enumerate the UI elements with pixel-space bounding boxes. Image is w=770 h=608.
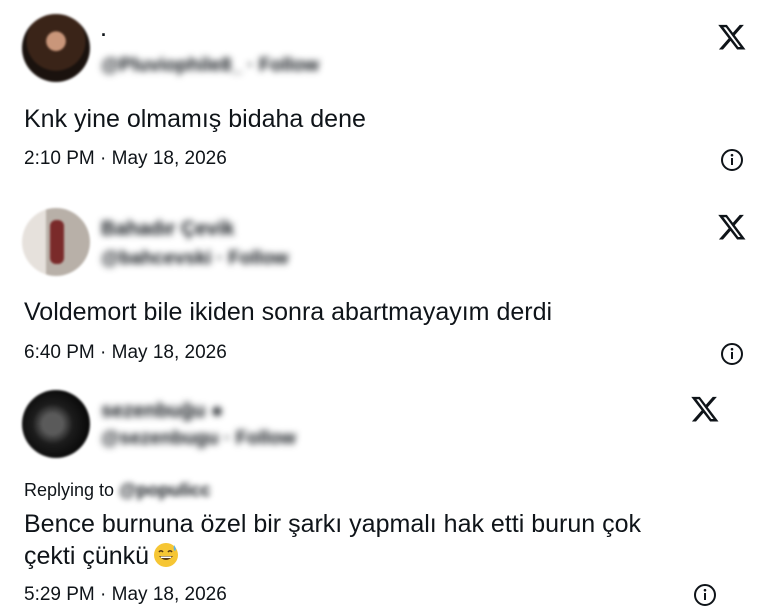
replying-label: Replying to: [24, 480, 115, 500]
tweet-timestamp[interactable]: 6:40 PM · May 18, 2026: [24, 342, 227, 364]
author-name[interactable]: .: [101, 20, 106, 41]
author-name[interactable]: sezenbuğu ●: [101, 400, 223, 423]
tweet-timestamp[interactable]: 2:10 PM · May 18, 2026: [24, 148, 227, 170]
avatar[interactable]: [22, 14, 90, 82]
tweet-3: sezenbuğu ● @sezenbugu · Follow Replying…: [0, 380, 770, 608]
avatar[interactable]: [22, 208, 90, 276]
tweet-text: Voldemort bile ikiden sonra abartmayayım…: [24, 298, 553, 326]
tweet-text: Knk yine olmamış bidaha dene: [24, 105, 366, 133]
replying-handle[interactable]: @populicc: [119, 480, 211, 500]
tweet-2: Bahadır Çevik @bahcevski · Follow Voldem…: [0, 190, 770, 380]
x-logo-icon[interactable]: [717, 22, 747, 52]
author-name[interactable]: Bahadır Çevik: [101, 218, 234, 241]
tweet-text-line-2-text: çekti çünkü: [24, 542, 150, 570]
tweet-text-line-1: Bence burnuna özel bir şarkı yapmalı hak…: [24, 510, 642, 538]
info-icon[interactable]: [720, 148, 744, 172]
author-handle[interactable]: @Pluviophile8_ · Follow: [101, 55, 319, 77]
x-logo-icon[interactable]: [690, 394, 720, 424]
info-icon[interactable]: [720, 342, 744, 366]
tweet-text-line-2: çekti çünkü: [24, 540, 179, 572]
grinning-sweat-emoji-icon: [154, 543, 179, 567]
replying-to: Replying to @populicc: [24, 480, 211, 501]
author-handle[interactable]: @bahcevski · Follow: [101, 248, 288, 270]
tweet-timestamp[interactable]: 5:29 PM · May 18, 2026: [24, 584, 227, 606]
x-logo-icon[interactable]: [717, 212, 747, 242]
author-handle[interactable]: @sezenbugu · Follow: [101, 428, 296, 450]
info-icon[interactable]: [693, 583, 717, 607]
tweet-1: . @Pluviophile8_ · Follow Knk yine olmam…: [0, 0, 770, 190]
avatar[interactable]: [22, 390, 90, 458]
